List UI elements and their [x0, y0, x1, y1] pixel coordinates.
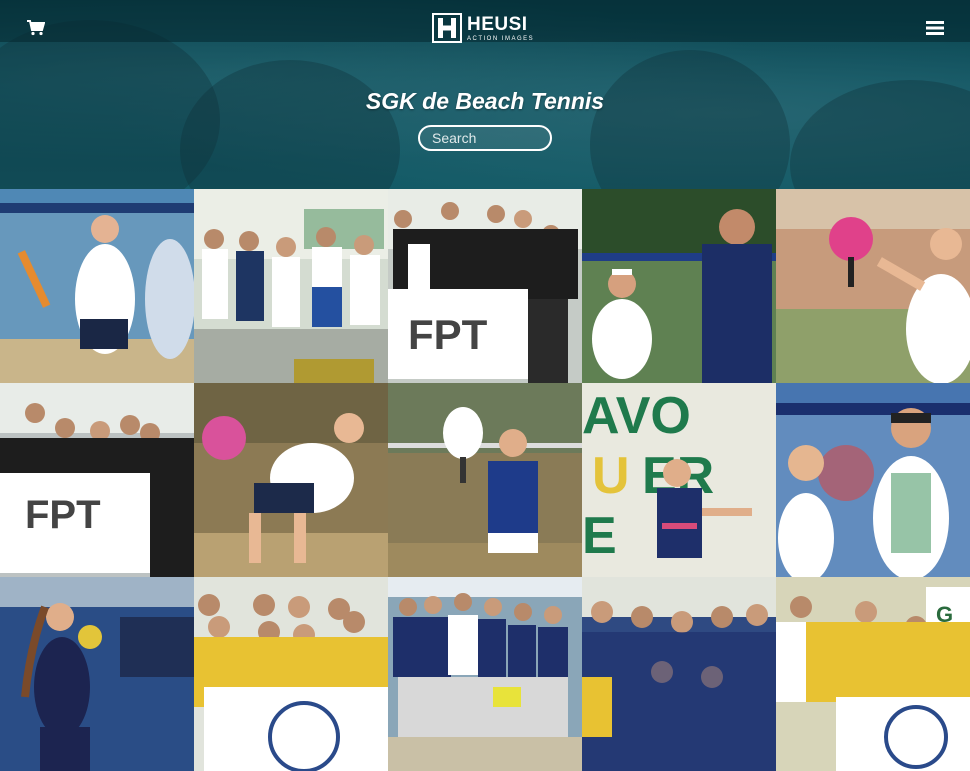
photo-tile[interactable]: [0, 189, 194, 383]
hamburger-menu-icon[interactable]: [926, 20, 944, 36]
svg-text:E: E: [582, 507, 617, 565]
svg-text:AVO: AVO: [582, 387, 691, 445]
search-input[interactable]: [418, 125, 552, 151]
photo-tile[interactable]: FPT: [388, 189, 582, 383]
svg-text:U: U: [592, 447, 630, 505]
photo-tile[interactable]: [582, 189, 776, 383]
photo-tile[interactable]: G: [776, 577, 970, 771]
hero-banner: HEUSI ACTION IMAGES SGK de Beach Tennis: [0, 0, 970, 189]
photo-tile[interactable]: [0, 577, 194, 771]
gallery-title: SGK de Beach Tennis: [365, 88, 605, 114]
brand-tagline: ACTION IMAGES: [467, 35, 535, 42]
photo-tile[interactable]: [194, 383, 388, 577]
shopping-cart-icon[interactable]: [27, 20, 46, 36]
photo-tile[interactable]: AVO U ER E: [582, 383, 776, 577]
photo-tile[interactable]: [194, 577, 388, 771]
photo-tile[interactable]: [582, 577, 776, 771]
photo-tile[interactable]: FPT: [0, 383, 194, 577]
photo-grid: FPT FPT AVO U E G: [0, 189, 970, 771]
svg-text:FPT: FPT: [408, 311, 488, 358]
photo-tile[interactable]: [388, 383, 582, 577]
photo-tile[interactable]: [388, 577, 582, 771]
svg-text:FPT: FPT: [25, 493, 101, 537]
photo-tile[interactable]: [776, 383, 970, 577]
brand-logo[interactable]: HEUSI ACTION IMAGES: [432, 12, 542, 44]
photo-tile[interactable]: [776, 189, 970, 383]
photo-tile[interactable]: [194, 189, 388, 383]
logo-mark-icon: [432, 13, 462, 43]
brand-name: HEUSI: [467, 13, 528, 35]
